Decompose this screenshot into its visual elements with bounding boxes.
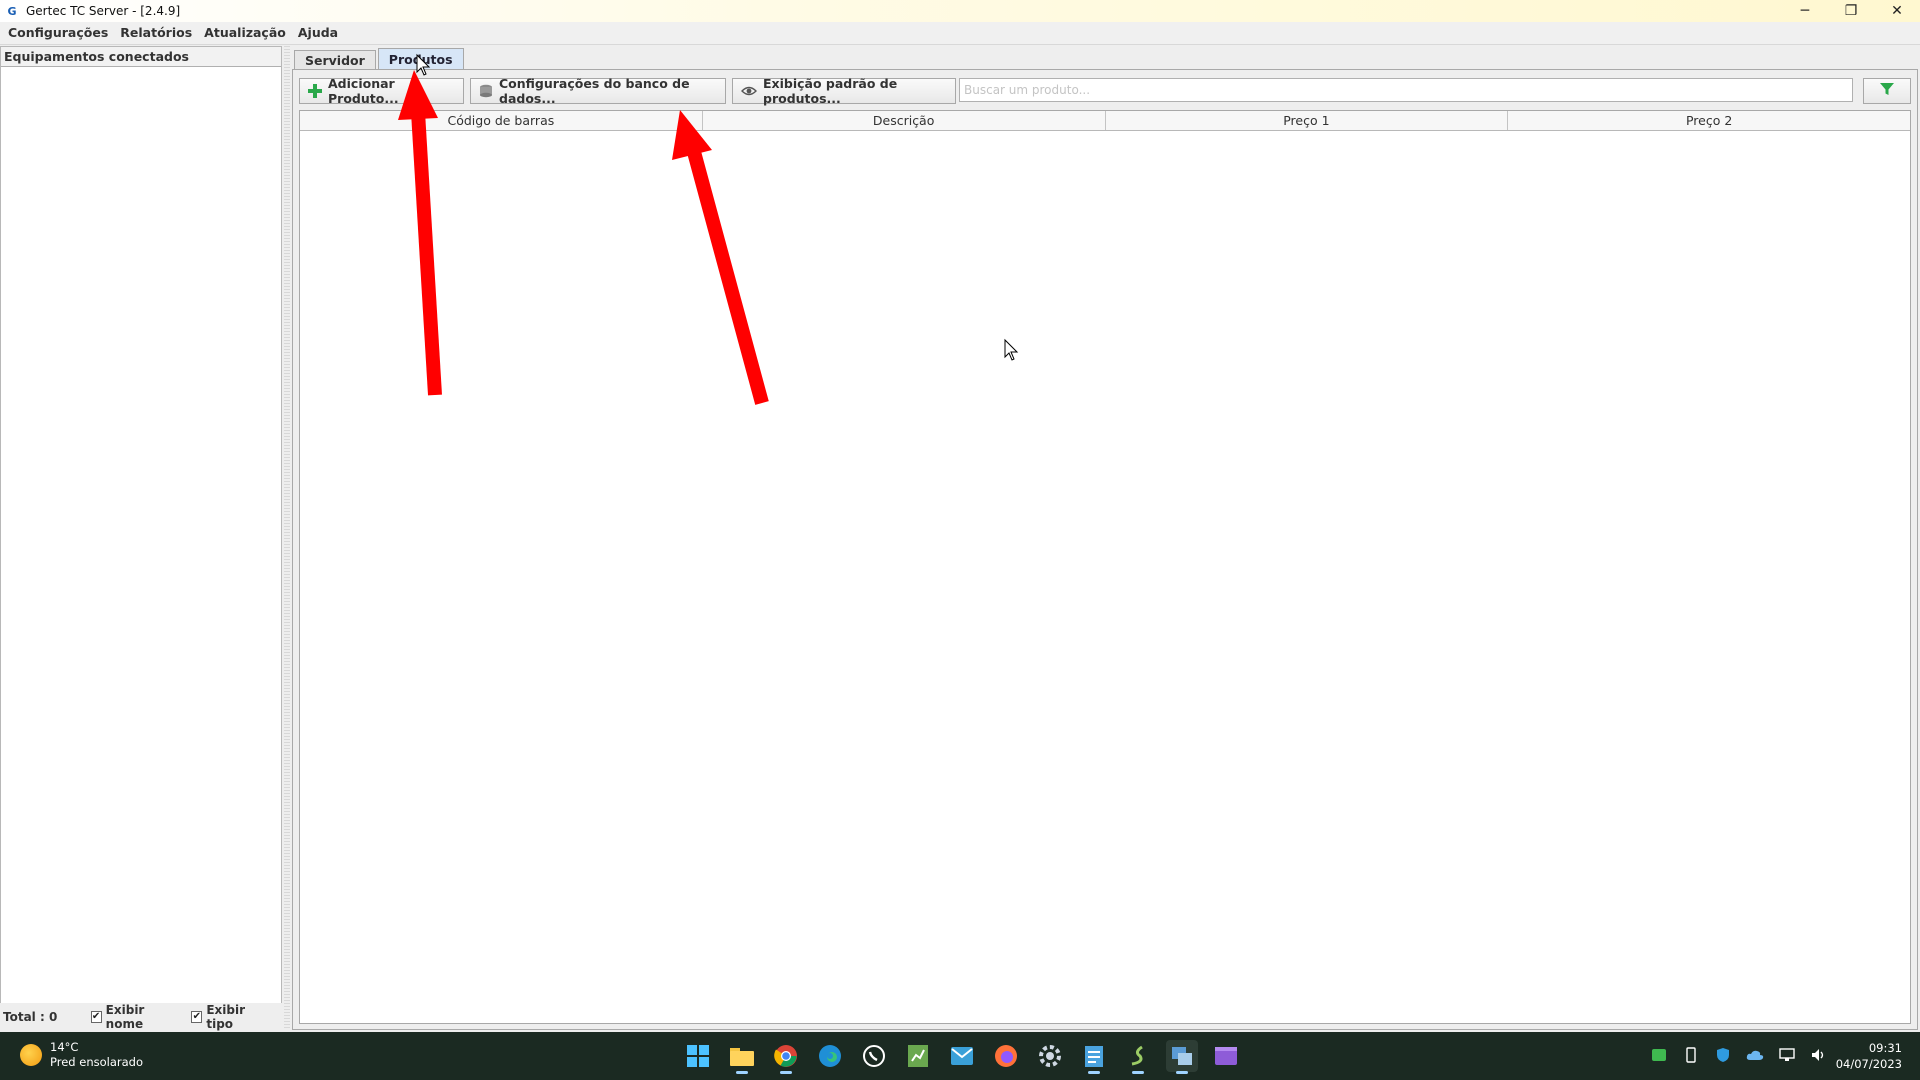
taskbar-apps <box>682 1040 1254 1074</box>
column-header-barcode[interactable]: Código de barras <box>300 111 703 130</box>
column-header-price-1[interactable]: Preço 1 <box>1106 111 1509 130</box>
products-table-header: Código de barras Descrição Preço 1 Preço… <box>300 111 1910 131</box>
add-product-label: Adicionar Produto... <box>328 76 399 106</box>
mail-icon[interactable] <box>946 1040 978 1072</box>
edge-icon[interactable] <box>814 1040 846 1072</box>
clock-time: 09:31 <box>1868 1041 1902 1055</box>
gertec-app-icon: G <box>7 4 17 18</box>
title-bar: G Gertec TC Server - [2.4.9] ─ ❐ ✕ <box>0 0 1920 22</box>
minimize-button[interactable]: ─ <box>1782 0 1828 22</box>
sun-icon <box>20 1044 42 1066</box>
add-product-button[interactable]: Adicionar Produto... <box>299 76 464 106</box>
app-tray-icon[interactable] <box>1650 1046 1668 1064</box>
weather-widget[interactable]: 14°C Pred ensolarado <box>20 1040 143 1070</box>
security-shield-icon[interactable] <box>1714 1046 1732 1064</box>
close-button[interactable]: ✕ <box>1874 0 1920 22</box>
cloud-icon[interactable] <box>1746 1046 1764 1064</box>
menu-separator <box>0 44 1920 45</box>
window-title: Gertec TC Server - [2.4.9] <box>26 4 181 18</box>
filter-button[interactable] <box>1863 78 1911 104</box>
default-display-label: Exibição padrão de produtos... <box>763 76 898 106</box>
start-icon[interactable] <box>682 1040 714 1072</box>
products-tab-panel: Adicionar Produto... Configurações do ba… <box>292 69 1918 1030</box>
system-tray <box>1650 1046 1842 1064</box>
volume-icon[interactable] <box>1810 1046 1828 1064</box>
menu-atualizacao[interactable]: Atualização <box>198 22 292 44</box>
checkbox-checked-icon[interactable]: ✔ <box>191 1011 203 1023</box>
connected-devices-panel: Equipamentos conectados <box>0 46 282 1030</box>
product-search-input[interactable] <box>959 78 1853 102</box>
connected-devices-list[interactable] <box>1 67 281 1027</box>
checkbox-checked-icon[interactable]: ✔ <box>90 1011 102 1023</box>
filter-icon <box>1879 81 1895 101</box>
settings-icon[interactable] <box>1034 1040 1066 1072</box>
usb-icon[interactable] <box>1682 1046 1700 1064</box>
network-icon[interactable] <box>1778 1046 1796 1064</box>
video-editor-icon[interactable] <box>1210 1040 1242 1072</box>
connected-devices-header: Equipamentos conectados <box>1 47 281 67</box>
show-name-checkbox[interactable]: ✔ Exibir nome <box>90 1003 180 1031</box>
weather-temperature: 14°C <box>50 1040 79 1054</box>
weather-description: Pred ensolarado <box>50 1055 143 1069</box>
gertec-tc-server-icon[interactable] <box>1166 1040 1198 1074</box>
default-display-button[interactable]: Exibição padrão de produtos... <box>732 76 956 106</box>
chrome-icon[interactable] <box>770 1040 802 1074</box>
taskbar-clock[interactable]: 09:31 04/07/2023 <box>1836 1040 1902 1072</box>
whatsapp-icon[interactable] <box>858 1040 890 1072</box>
plus-icon <box>308 83 322 99</box>
column-header-price-2[interactable]: Preço 2 <box>1508 111 1910 130</box>
show-type-label: Exibir tipo <box>206 1003 246 1031</box>
database-icon <box>479 83 493 99</box>
clock-date: 04/07/2023 <box>1835 1057 1902 1071</box>
tab-bar: Servidor Produtos <box>294 48 466 70</box>
menu-bar: Configurações Relatórios Atualização Aju… <box>0 22 1920 44</box>
menu-configuracoes[interactable]: Configurações <box>2 22 114 44</box>
spreadsheet-icon[interactable] <box>902 1040 934 1072</box>
products-toolbar: Adicionar Produto... Configurações do ba… <box>299 76 962 106</box>
show-type-checkbox[interactable]: ✔ Exibir tipo <box>191 1003 270 1031</box>
tab-servidor[interactable]: Servidor <box>294 50 376 70</box>
restore-button[interactable]: ❐ <box>1828 0 1874 22</box>
window-controls: ─ ❐ ✕ <box>1782 0 1920 22</box>
tab-produtos[interactable]: Produtos <box>377 48 464 70</box>
database-settings-label: Configurações do banco de dados... <box>499 76 690 106</box>
total-count: Total : 0 <box>3 1010 58 1024</box>
menu-ajuda[interactable]: Ajuda <box>292 22 344 44</box>
taskbar: 14°C Pred ensolarado 09:31 04/07/2023 <box>0 1032 1920 1080</box>
snake-app-icon[interactable] <box>1122 1040 1154 1074</box>
products-table: Código de barras Descrição Preço 1 Preço… <box>299 110 1911 1024</box>
column-header-description[interactable]: Descrição <box>703 111 1106 130</box>
show-name-label: Exibir nome <box>105 1003 145 1031</box>
firefox-icon[interactable] <box>990 1040 1022 1072</box>
menu-relatorios[interactable]: Relatórios <box>114 22 198 44</box>
eye-icon <box>741 83 757 99</box>
left-panel-footer: Total : 0 ✔ Exibir nome ✔ Exibir tipo <box>0 1003 282 1031</box>
products-table-body[interactable] <box>300 131 1910 1023</box>
panel-splitter[interactable] <box>284 46 290 1030</box>
notepad-icon[interactable] <box>1078 1040 1110 1074</box>
file-explorer-icon[interactable] <box>726 1040 758 1074</box>
main-area: Servidor Produtos Adicionar Produto... C… <box>292 46 1920 1030</box>
database-settings-button[interactable]: Configurações do banco de dados... <box>470 76 726 106</box>
